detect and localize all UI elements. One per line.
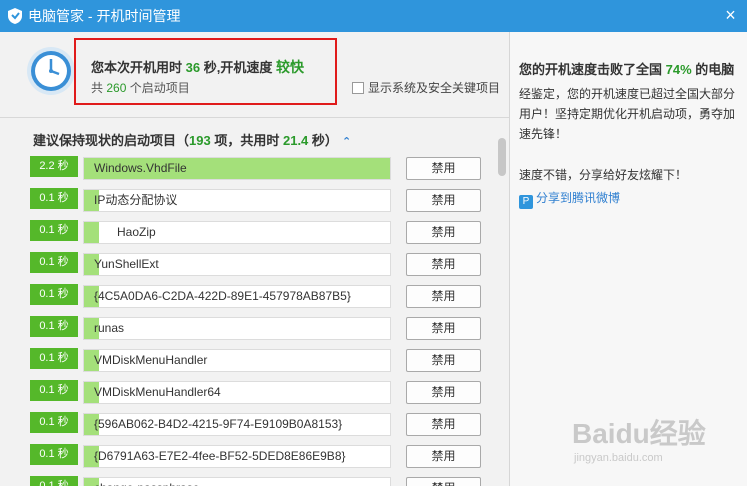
startup-item-row: 0.1 秒 {D6791A63-E7E2-4fee-BF52-5DED8E86E9… — [0, 441, 496, 473]
startup-item-name: {596AB062-B4D2-4215-9F74-E9109B0A8153} — [94, 417, 343, 431]
show-system-label: 显示系统及安全关键项目 — [368, 81, 501, 95]
time-bar: {4C5A0DA6-C2DA-422D-89E1-457978AB87B5} — [83, 285, 391, 308]
time-badge: 2.2 秒 — [30, 156, 78, 177]
summary-mid: 秒,开机速度 — [203, 60, 273, 75]
startup-item-row: 0.1 秒 VMDiskMenuHandler 禁用 — [0, 345, 496, 377]
show-system-items-toggle[interactable]: 显示系统及安全关键项目 — [352, 79, 500, 96]
startup-count: 260 — [106, 81, 127, 95]
count-suffix: 个启动项目 — [129, 81, 190, 95]
share-link-label: 分享到腾讯微博 — [536, 191, 621, 205]
disable-button[interactable]: 禁用 — [406, 253, 481, 276]
time-badge: 0.1 秒 — [30, 476, 78, 486]
time-badge: 0.1 秒 — [30, 188, 78, 209]
time-badge: 0.1 秒 — [30, 444, 78, 465]
startup-item-name: YunShellExt — [94, 257, 159, 271]
startup-item-name: {D6791A63-E7E2-4fee-BF52-5DED8E86E9B8} — [94, 449, 346, 463]
section-time: 21.4 — [282, 133, 309, 148]
section-count: 193 — [189, 133, 211, 148]
startup-item-name: {4C5A0DA6-C2DA-422D-89E1-457978AB87B5} — [94, 289, 351, 303]
disable-button[interactable]: 禁用 — [406, 349, 481, 372]
title-bar: 电脑管家 - 开机时间管理 × — [0, 0, 747, 32]
boot-seconds: 36 — [185, 60, 201, 75]
scrollbar[interactable] — [496, 118, 509, 486]
time-bar: VMDiskMenuHandler — [83, 349, 391, 372]
time-bar: change-passphrase — [83, 477, 391, 486]
divider — [0, 117, 509, 118]
section-mid: 项，共用时 — [214, 133, 280, 148]
time-badge: 0.1 秒 — [30, 348, 78, 369]
startup-item-row: 0.1 秒 change-passphrase 禁用 — [0, 473, 496, 486]
startup-item-name: Windows.VhdFile — [94, 161, 187, 175]
startup-item-row: 0.1 秒 {596AB062-B4D2-4215-9F74-E9109B0A81… — [0, 409, 496, 441]
rank-suffix: 的电脑 — [695, 62, 735, 77]
disable-button[interactable]: 禁用 — [406, 317, 481, 340]
disable-button[interactable]: 禁用 — [406, 157, 481, 180]
disable-button[interactable]: 禁用 — [406, 477, 481, 486]
time-bar: {596AB062-B4D2-4215-9F74-E9109B0A8153} — [83, 413, 391, 436]
time-badge: 0.1 秒 — [30, 316, 78, 337]
disable-button[interactable]: 禁用 — [406, 221, 481, 244]
startup-item-row: 0.1 秒 YunShellExt 禁用 — [0, 249, 496, 281]
time-badge: 0.1 秒 — [30, 412, 78, 433]
time-badge: 0.1 秒 — [30, 380, 78, 401]
share-prompt: 速度不错，分享给好友炫耀下！ — [519, 168, 688, 182]
startup-item-name: IP动态分配协议 — [94, 193, 178, 207]
rank-prefix: 您的开机速度击败了全国 — [519, 62, 663, 77]
section-prefix: 建议保持现状的启动项目（ — [33, 133, 190, 148]
time-bar: HaoZip — [83, 221, 391, 244]
startup-item-name: VMDiskMenuHandler — [94, 353, 208, 367]
disable-button[interactable]: 禁用 — [406, 285, 481, 308]
time-bar: YunShellExt — [83, 253, 391, 276]
startup-item-row: 0.1 秒 VMDiskMenuHandler64 禁用 — [0, 377, 496, 409]
time-badge: 0.1 秒 — [30, 284, 78, 305]
section-suffix: 秒） — [311, 133, 338, 148]
startup-item-name: HaoZip — [117, 225, 156, 239]
watermark: Baidu经验 — [572, 418, 706, 449]
watermark-url: jingyan.baidu.com — [574, 452, 663, 464]
shield-logo-icon — [8, 8, 22, 24]
time-bar-fill — [84, 222, 100, 243]
rank-percent: 74% — [665, 62, 692, 77]
window-title: 电脑管家 - 开机时间管理 — [28, 8, 181, 24]
boot-time-summary: 您本次开机用时 36 秒,开机速度 较快 — [91, 57, 304, 77]
share-weibo-link[interactable]: P 分享到腾讯微博 — [519, 189, 620, 209]
time-bar: Windows.VhdFile — [83, 157, 391, 180]
collapse-chevron-icon[interactable]: ⌃ — [342, 136, 351, 148]
startup-item-row: 0.1 秒 runas 禁用 — [0, 313, 496, 345]
disable-button[interactable]: 禁用 — [406, 189, 481, 212]
time-bar: IP动态分配协议 — [83, 189, 391, 212]
time-badge: 0.1 秒 — [30, 252, 78, 273]
startup-item-name: change-passphrase — [94, 478, 199, 486]
startup-item-list: 2.2 秒 Windows.VhdFile 禁用 0.1 秒 IP动态分配协议 禁用 0.1… — [0, 150, 496, 486]
startup-item-name: VMDiskMenuHandler64 — [94, 385, 221, 399]
startup-item-name: runas — [94, 321, 125, 335]
time-bar: VMDiskMenuHandler64 — [83, 381, 391, 404]
time-bar: {D6791A63-E7E2-4fee-BF52-5DED8E86E9B8} — [83, 445, 391, 468]
disable-button[interactable]: 禁用 — [406, 445, 481, 468]
startup-count-summary: 共 260 个启动项目 — [91, 79, 190, 96]
scrollbar-thumb[interactable] — [498, 138, 506, 176]
startup-item-row: 0.1 秒 {4C5A0DA6-C2DA-422D-89E1-457978AB87… — [0, 281, 496, 313]
clock-icon — [27, 47, 75, 95]
section-header: 建议保持现状的启动项目（193 项，共用时 21.4 秒） ⌃ — [33, 130, 351, 149]
show-system-checkbox[interactable] — [352, 82, 364, 94]
count-prefix: 共 — [91, 81, 104, 95]
startup-item-row: 0.1 秒 IP动态分配协议 禁用 — [0, 185, 496, 217]
speed-rating: 较快 — [275, 59, 304, 75]
close-icon[interactable]: × — [714, 0, 747, 32]
startup-item-row: 2.2 秒 Windows.VhdFile 禁用 — [0, 153, 496, 185]
weibo-icon: P — [519, 195, 533, 209]
disable-button[interactable]: 禁用 — [406, 413, 481, 436]
rank-title: 您的开机速度击败了全国 74% 的电脑 — [519, 59, 734, 78]
disable-button[interactable]: 禁用 — [406, 381, 481, 404]
rank-description: 经鉴定，您的开机速度已超过全国大部分用户！坚持定期优化开机启动项，勇夺加速先锋！ — [519, 87, 736, 141]
time-bar: runas — [83, 317, 391, 340]
time-badge: 0.1 秒 — [30, 220, 78, 241]
summary-prefix: 您本次开机用时 — [91, 60, 183, 75]
startup-item-row: 0.1 秒 HaoZip 禁用 — [0, 217, 496, 249]
